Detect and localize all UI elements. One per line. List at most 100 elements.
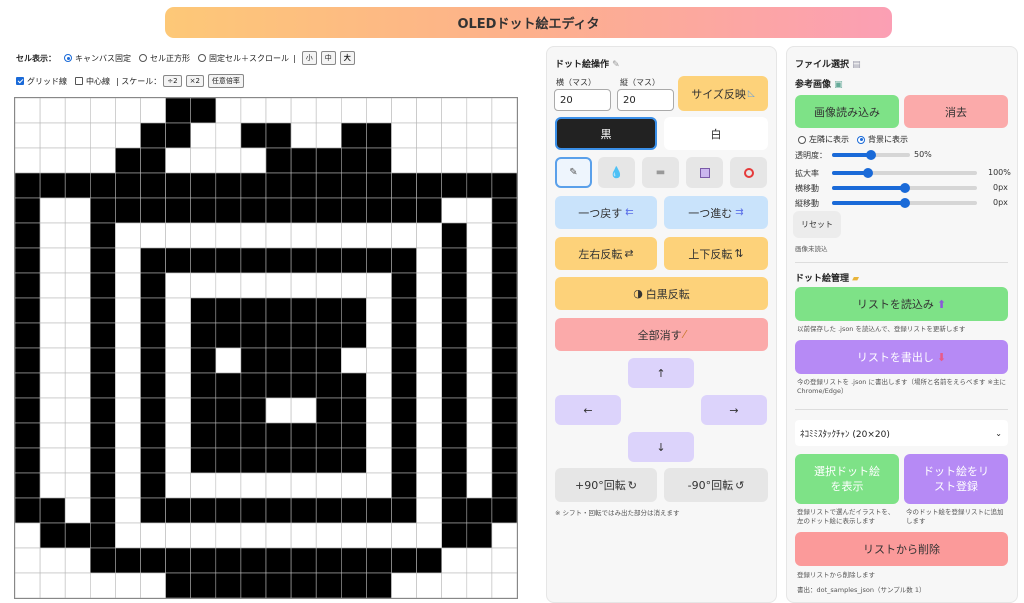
grid-cell[interactable] xyxy=(391,97,417,124)
grid-cell[interactable] xyxy=(190,522,217,549)
grid-cell[interactable] xyxy=(290,347,317,374)
apply-size-button[interactable]: サイズ反映 ◺ xyxy=(678,76,768,111)
grid-cell[interactable] xyxy=(391,222,417,249)
grid-cell[interactable] xyxy=(366,372,392,399)
grid-cell[interactable] xyxy=(115,372,141,399)
radio-fixed-scroll[interactable] xyxy=(198,54,206,62)
grid-cell[interactable] xyxy=(64,497,91,524)
grid-cell[interactable] xyxy=(466,247,493,274)
grid-cell[interactable] xyxy=(215,422,242,449)
grid-cell[interactable] xyxy=(416,372,442,399)
grid-cell[interactable] xyxy=(416,472,442,499)
zoom-slider[interactable] xyxy=(832,168,977,178)
grid-cell[interactable] xyxy=(115,572,141,599)
grid-cell[interactable] xyxy=(290,297,317,324)
grid-cell[interactable] xyxy=(341,397,367,424)
grid-cell[interactable] xyxy=(290,247,317,274)
grid-cell[interactable] xyxy=(215,547,242,574)
grid-cell[interactable] xyxy=(190,97,217,124)
grid-cell[interactable] xyxy=(140,572,166,599)
grid-cell[interactable] xyxy=(14,372,41,399)
grid-cell[interactable] xyxy=(115,447,141,474)
grid-cell[interactable] xyxy=(39,97,66,124)
grid-cell[interactable] xyxy=(441,372,468,399)
grid-cell[interactable] xyxy=(90,397,116,424)
grid-cell[interactable] xyxy=(491,447,518,474)
grid-cell[interactable] xyxy=(64,97,91,124)
grid-cell[interactable] xyxy=(366,197,392,224)
grid-cell[interactable] xyxy=(341,122,367,149)
grid-cell[interactable] xyxy=(441,397,468,424)
shift-up-button[interactable]: ↑ xyxy=(628,358,694,388)
grid-cell[interactable] xyxy=(115,147,141,174)
grid-cell[interactable] xyxy=(290,222,317,249)
grid-cell[interactable] xyxy=(265,222,292,249)
grid-cell[interactable] xyxy=(416,447,442,474)
grid-cell[interactable] xyxy=(64,522,91,549)
grid-cell[interactable] xyxy=(39,472,66,499)
size-large-button[interactable]: 大 xyxy=(339,51,355,65)
radio-show-bg[interactable] xyxy=(857,135,865,144)
grid-cell[interactable] xyxy=(165,172,191,199)
grid-cell[interactable] xyxy=(290,547,317,574)
grid-cell[interactable] xyxy=(466,297,493,324)
grid-cell[interactable] xyxy=(265,397,292,424)
grid-cell[interactable] xyxy=(140,372,166,399)
grid-cell[interactable] xyxy=(39,372,66,399)
grid-cell[interactable] xyxy=(190,572,217,599)
grid-cell[interactable] xyxy=(441,297,468,324)
grid-cell[interactable] xyxy=(215,347,242,374)
grid-cell[interactable] xyxy=(190,297,217,324)
grid-cell[interactable] xyxy=(240,97,267,124)
grid-cell[interactable] xyxy=(341,322,367,349)
grid-cell[interactable] xyxy=(215,497,242,524)
circle-tool-button[interactable] xyxy=(730,157,767,188)
grid-cell[interactable] xyxy=(290,172,317,199)
grid-cell[interactable] xyxy=(416,547,442,574)
grid-cell[interactable] xyxy=(190,497,217,524)
grid-cell[interactable] xyxy=(366,222,392,249)
grid-cell[interactable] xyxy=(39,322,66,349)
grid-cell[interactable] xyxy=(190,247,217,274)
grid-cell[interactable] xyxy=(90,422,116,449)
grid-cell[interactable] xyxy=(491,222,518,249)
grid-cell[interactable] xyxy=(165,322,191,349)
grid-cell[interactable] xyxy=(90,222,116,249)
grid-cell[interactable] xyxy=(315,272,342,299)
grid-cell[interactable] xyxy=(315,547,342,574)
grid-cell[interactable] xyxy=(491,522,518,549)
grid-cell[interactable] xyxy=(441,522,468,549)
grid-cell[interactable] xyxy=(441,422,468,449)
flip-vertical-button[interactable]: 上下反転 ⇅ xyxy=(664,237,768,270)
grid-cell[interactable] xyxy=(491,497,518,524)
grid-cell[interactable] xyxy=(441,272,468,299)
grid-cell[interactable] xyxy=(90,97,116,124)
grid-cell[interactable] xyxy=(341,447,367,474)
grid-cell[interactable] xyxy=(39,397,66,424)
grid-cell[interactable] xyxy=(140,547,166,574)
grid-cell[interactable] xyxy=(466,397,493,424)
grid-cell[interactable] xyxy=(90,572,116,599)
grid-cell[interactable] xyxy=(491,122,518,149)
grid-cell[interactable] xyxy=(491,147,518,174)
opacity-knob[interactable] xyxy=(866,150,876,160)
grid-cell[interactable] xyxy=(14,272,41,299)
grid-cell[interactable] xyxy=(39,297,66,324)
grid-cell[interactable] xyxy=(90,547,116,574)
grid-cell[interactable] xyxy=(341,497,367,524)
scale-custom-button[interactable]: 任意倍率 xyxy=(207,74,244,88)
grid-cell[interactable] xyxy=(215,147,242,174)
grid-cell[interactable] xyxy=(290,397,317,424)
grid-cell[interactable] xyxy=(115,547,141,574)
grid-cell[interactable] xyxy=(64,347,91,374)
grid-cell[interactable] xyxy=(391,547,417,574)
grid-cell[interactable] xyxy=(215,397,242,424)
grid-cell[interactable] xyxy=(14,247,41,274)
width-input[interactable]: 20 xyxy=(554,89,611,111)
grid-cell[interactable] xyxy=(315,247,342,274)
grid-cell[interactable] xyxy=(315,322,342,349)
grid-cell[interactable] xyxy=(39,272,66,299)
grid-cell[interactable] xyxy=(441,472,468,499)
grid-cell[interactable] xyxy=(341,572,367,599)
grid-cell[interactable] xyxy=(466,122,493,149)
